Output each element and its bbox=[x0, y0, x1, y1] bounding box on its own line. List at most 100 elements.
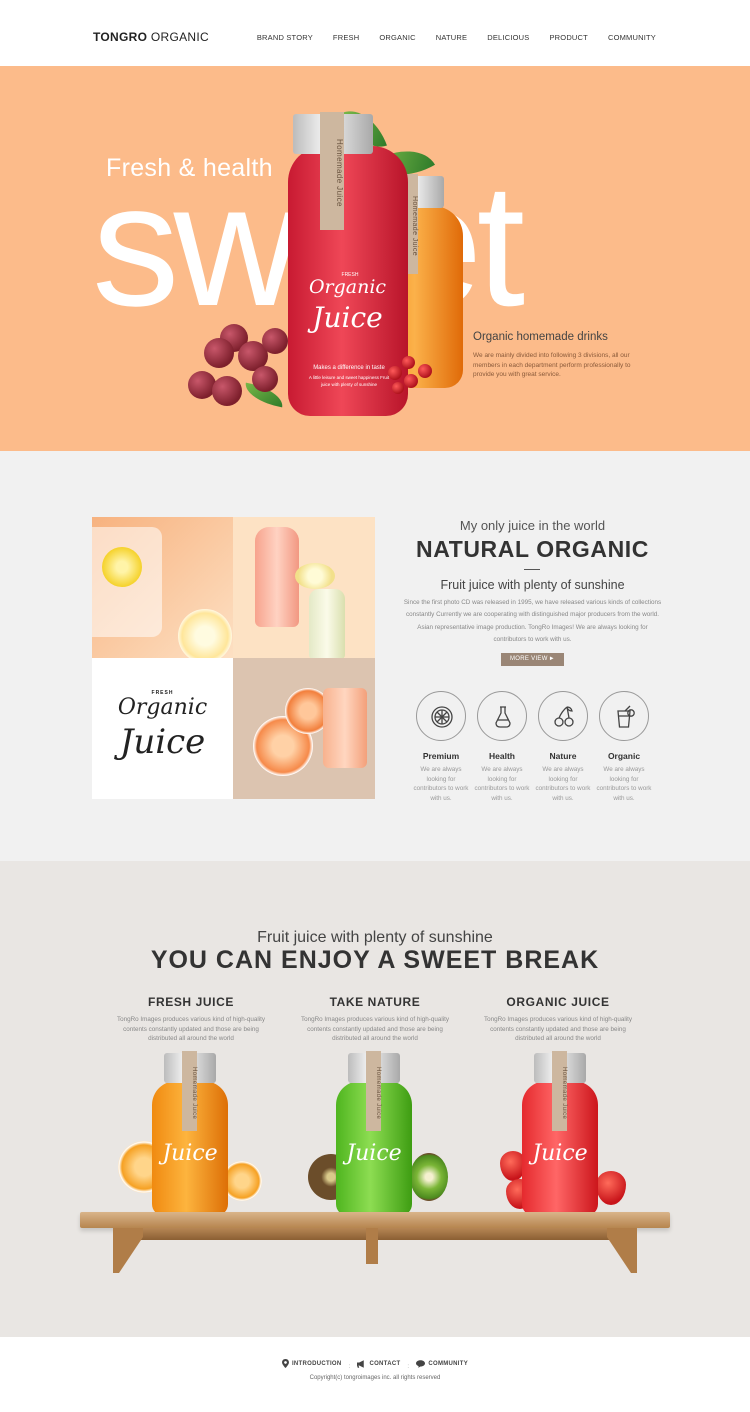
more-view-label: MORE VIEW bbox=[510, 656, 548, 662]
hero-description: We are mainly divided into following 3 d… bbox=[473, 352, 631, 378]
nav-item-fresh[interactable]: FRESH bbox=[333, 33, 359, 42]
feature-desc: We are always looking for contributors t… bbox=[535, 766, 591, 802]
grape-image bbox=[204, 338, 234, 368]
about-title: NATURAL ORGANIC bbox=[415, 536, 650, 562]
nav-item-delicious[interactable]: DELICIOUS bbox=[487, 33, 529, 42]
wooden-shelf bbox=[80, 1212, 670, 1228]
feature-circle bbox=[599, 691, 649, 741]
grape-image bbox=[212, 376, 242, 406]
nav-item-brand-story[interactable]: BRAND STORY bbox=[257, 33, 313, 42]
footer-link-contact[interactable]: CONTACT bbox=[357, 1360, 400, 1368]
bottle-small-text: A little leisure and sweet happiness Fru… bbox=[308, 375, 390, 387]
bottle-juice-mark: Juice bbox=[162, 1141, 218, 1166]
more-view-button[interactable]: MORE VIEW ► bbox=[501, 653, 564, 666]
footer-separator: : bbox=[348, 1364, 351, 1370]
feature-desc: We are always looking for contributors t… bbox=[596, 766, 652, 802]
product-column-desc: TongRo Images produces various kind of h… bbox=[300, 1016, 450, 1042]
bottle-juice-mark: Juice bbox=[346, 1141, 402, 1166]
feature-circle bbox=[416, 691, 466, 741]
bottle-juice-mark: Juice bbox=[312, 301, 383, 334]
product-column-title: ORGANIC JUICE bbox=[506, 995, 610, 1009]
about-description: Since the first photo CD was released in… bbox=[403, 599, 662, 643]
nav-item-organic[interactable]: ORGANIC bbox=[379, 33, 415, 42]
grapefruit-photo bbox=[233, 658, 375, 799]
site-header: TONGRO ORGANIC BRAND STORY FRESH ORGANIC… bbox=[0, 0, 750, 66]
lemon-drink-photo bbox=[92, 517, 233, 658]
orange-slice bbox=[222, 1161, 262, 1201]
logo-bold: TONGRO bbox=[93, 30, 148, 44]
shelf-bracket-left bbox=[113, 1228, 143, 1273]
arrow-right-icon: ► bbox=[548, 656, 555, 662]
product-column-title: TAKE NATURE bbox=[329, 995, 421, 1009]
products-section: Fruit juice with plenty of sunshine YOU … bbox=[0, 861, 750, 1337]
bottle-label-strip: Homemade Juice bbox=[320, 112, 344, 230]
feature-nature[interactable]: Nature We are always looking for contrib… bbox=[535, 691, 591, 803]
chat-bubble-icon bbox=[416, 1360, 426, 1368]
footer-link-label: COMMUNITY bbox=[428, 1361, 469, 1367]
citrus-slice-icon bbox=[431, 706, 453, 728]
cherries-icon bbox=[554, 706, 574, 727]
footer-link-community[interactable]: COMMUNITY bbox=[416, 1360, 468, 1368]
feature-title: Health bbox=[489, 751, 515, 761]
footer-link-label: CONTACT bbox=[369, 1361, 401, 1367]
small-bottle-shape bbox=[309, 589, 345, 658]
pink-bottle-shape bbox=[255, 527, 299, 627]
hero-banner: sweet Fresh & health Homemade Juice Home… bbox=[0, 66, 750, 451]
feature-circle bbox=[477, 691, 527, 741]
bottle-organic-mark: Organic bbox=[308, 276, 387, 298]
footer-link-introduction[interactable]: INTRODUCTION bbox=[281, 1359, 342, 1368]
feature-title: Nature bbox=[549, 751, 577, 761]
berry-image bbox=[392, 382, 404, 394]
megaphone-icon bbox=[357, 1360, 365, 1368]
footer-link-label: INTRODUCTION bbox=[291, 1360, 342, 1367]
berry-image bbox=[402, 356, 415, 369]
location-pin-icon bbox=[281, 1359, 289, 1368]
logo-light: ORGANIC bbox=[150, 30, 209, 44]
about-eyebrow: My only juice in the world bbox=[459, 518, 606, 533]
lemon-slice bbox=[102, 547, 142, 587]
feature-health[interactable]: Health We are always looking for contrib… bbox=[474, 691, 530, 803]
product-column-title: FRESH JUICE bbox=[148, 995, 234, 1009]
products-eyebrow: Fruit juice with plenty of sunshine bbox=[257, 929, 493, 946]
berry-image bbox=[418, 364, 432, 378]
nav-item-nature[interactable]: NATURE bbox=[436, 33, 467, 42]
grape-image bbox=[262, 328, 288, 354]
title-divider bbox=[524, 569, 540, 570]
logo-juice-mark: Juice bbox=[119, 722, 206, 762]
bottle-label-strip: Homemade Juice bbox=[552, 1051, 567, 1131]
product-column-desc: TongRo Images produces various kind of h… bbox=[483, 1016, 633, 1042]
grape-image bbox=[252, 366, 278, 392]
juice-bottle-photo bbox=[233, 517, 375, 658]
logo-organic-mark: Organic bbox=[117, 695, 208, 720]
feature-title: Organic bbox=[607, 751, 641, 761]
nav-item-community[interactable]: COMMUNITY bbox=[608, 33, 656, 42]
hero-small-heading: Fresh & health bbox=[106, 154, 273, 182]
strawberry-image bbox=[596, 1171, 626, 1205]
kiwi-slice bbox=[410, 1153, 448, 1201]
lemon-slice bbox=[295, 563, 335, 589]
feature-premium[interactable]: Premium We are always looking for contri… bbox=[413, 691, 469, 803]
berry-image bbox=[404, 374, 418, 388]
nav-item-product[interactable]: PRODUCT bbox=[549, 33, 587, 42]
footer-separator: : bbox=[407, 1364, 410, 1370]
shelf-bracket-right bbox=[607, 1228, 637, 1273]
hero-subtitle: Organic homemade drinks bbox=[473, 331, 608, 343]
shelf-bracket-middle bbox=[366, 1228, 378, 1264]
about-section: FRESH Organic Juice My only juice in the… bbox=[0, 451, 750, 861]
feature-organic[interactable]: Organic We are always looking for contri… bbox=[596, 691, 652, 803]
feature-circle bbox=[538, 691, 588, 741]
feature-desc: We are always looking for contributors t… bbox=[474, 766, 530, 802]
copyright-text: Copyright(c) tongroimages inc. all right… bbox=[309, 1375, 441, 1381]
products-title: YOU CAN ENJOY A SWEET BREAK bbox=[150, 946, 600, 974]
lemon-slice bbox=[178, 609, 232, 658]
bottle-label-strip: Homemade Juice bbox=[182, 1051, 197, 1131]
about-subtitle: Fruit juice with plenty of sunshine bbox=[440, 578, 625, 592]
berry-image bbox=[388, 366, 402, 380]
product-column-desc: TongRo Images produces various kind of h… bbox=[116, 1016, 266, 1042]
bottle-juice-mark: Juice bbox=[532, 1141, 588, 1166]
bottle-label-strip: Homemade Juice bbox=[366, 1051, 381, 1131]
footer-links: INTRODUCTION : CONTACT : COMMUNITY bbox=[0, 1359, 750, 1370]
site-logo[interactable]: TONGRO ORGANIC bbox=[93, 30, 209, 44]
feature-title: Premium bbox=[422, 751, 460, 761]
carafe-icon bbox=[495, 706, 511, 728]
